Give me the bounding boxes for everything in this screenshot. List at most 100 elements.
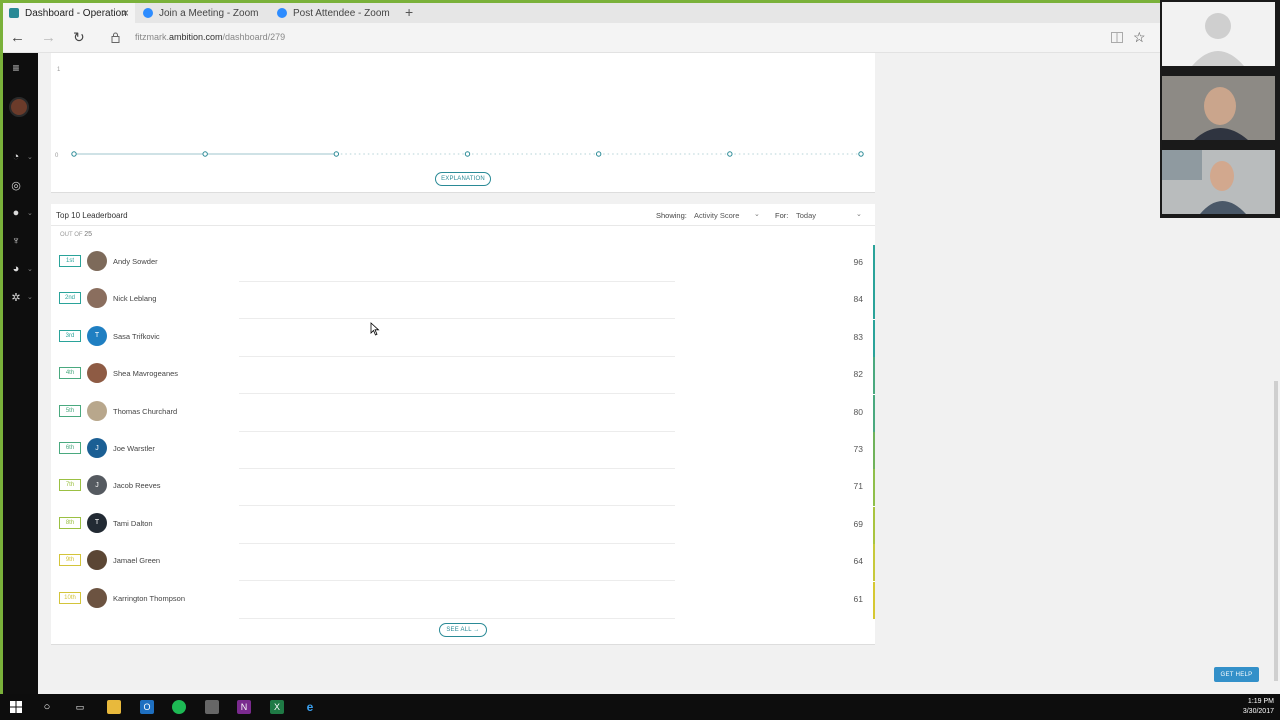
menu-icon[interactable]: ≡	[9, 61, 23, 75]
leaderboard-row[interactable]: 10th Karrington Thompson 61	[51, 581, 875, 619]
rank-badge: 2nd	[59, 292, 81, 305]
player-score: 69	[853, 518, 863, 529]
settings-gear-icon[interactable]: ✲	[9, 290, 23, 304]
chart-data-point[interactable]	[858, 151, 864, 157]
rank-badge: 3rd	[59, 329, 81, 342]
player-name[interactable]: Shea Mavrogeanes	[113, 369, 178, 378]
windows-start-icon[interactable]	[9, 700, 23, 714]
score-color-bar	[873, 319, 875, 357]
y-axis-zero-label: 0	[55, 153, 59, 159]
user-avatar[interactable]	[9, 97, 29, 117]
leaderboard-row[interactable]: 6th J Joe Warstler 73	[51, 432, 875, 469]
avatar	[87, 587, 107, 608]
outlook-icon[interactable]: O	[140, 700, 154, 714]
edge-browser-icon[interactable]: e	[303, 700, 317, 714]
get-help-button[interactable]: GET HELP	[1214, 667, 1259, 682]
participant-video-icon	[1162, 150, 1275, 214]
tab-label: Join a Meeting - Zoom	[159, 7, 259, 19]
spotify-icon[interactable]	[172, 700, 186, 714]
leaderboard-row[interactable]: 7th J Jacob Reeves 71	[51, 469, 875, 507]
tab-dashboard[interactable]: Dashboard - Operation ×	[3, 3, 135, 23]
target-icon[interactable]: ◎	[9, 178, 23, 192]
chat-icon[interactable]: ●	[9, 206, 23, 220]
y-axis-top-label: 1	[57, 67, 61, 73]
back-icon[interactable]: ←	[10, 29, 25, 46]
new-tab-button[interactable]: +	[405, 4, 413, 20]
favorite-star-icon[interactable]: ☆	[1133, 29, 1146, 46]
score-color-bar	[873, 357, 875, 395]
leaderboard-row[interactable]: 3rd T Sasa Trifkovic 83	[51, 319, 875, 357]
leaderboard-row[interactable]: 4th Shea Mavrogeanes 82	[51, 357, 875, 395]
chart-data-point[interactable]	[71, 151, 77, 157]
out-of-count: OUT OF 25	[60, 231, 92, 238]
player-name[interactable]: Karrington Thompson	[113, 594, 185, 603]
chevron-down-icon: ⌄	[27, 210, 33, 217]
player-name[interactable]: Sasa Trifkovic	[113, 332, 160, 341]
chart-data-point[interactable]	[727, 151, 733, 157]
chevron-down-icon: ⌄	[27, 154, 33, 161]
trophy-icon[interactable]: ♆	[9, 234, 23, 248]
leaderboard-title: Top 10 Leaderboard	[56, 211, 128, 220]
reading-view-icon[interactable]	[1111, 32, 1123, 43]
avatar	[87, 363, 107, 384]
chevron-down-icon: ⌄	[27, 294, 33, 301]
rank-badge: 10th	[59, 591, 81, 604]
player-score: 96	[853, 257, 863, 267]
file-explorer-icon[interactable]	[107, 700, 121, 714]
forward-icon[interactable]: →	[41, 29, 56, 46]
leaderboard-row[interactable]: 9th Jamael Green 64	[51, 544, 875, 582]
player-name[interactable]: Nick Leblang	[113, 294, 156, 303]
chart-data-point[interactable]	[464, 151, 471, 157]
leaderboard-row[interactable]: 2nd Nick Leblang 84	[51, 282, 875, 320]
mouse-cursor-icon	[370, 322, 380, 336]
explanation-button[interactable]: EXPLANATION	[435, 172, 491, 186]
player-name[interactable]: Tami Dalton	[113, 519, 153, 528]
excel-icon[interactable]: X	[270, 700, 284, 714]
dashboard-gauge-icon[interactable]: ◔	[9, 150, 23, 164]
scrollbar-thumb[interactable]	[1274, 381, 1278, 681]
player-score: 80	[853, 406, 863, 417]
activity-chart-card: 1 0 EXPLANATION	[51, 53, 875, 193]
avatar: J	[87, 475, 107, 496]
app-icon[interactable]	[205, 700, 219, 714]
avatar: T	[87, 512, 107, 533]
system-clock[interactable]: 1:19 PM 3/30/2017	[1243, 697, 1274, 717]
out-of-number: 25	[84, 231, 93, 238]
leaderboard-row[interactable]: 5th Thomas Churchard 80	[51, 394, 875, 432]
windows-taskbar: ○ ▭ O N X e 1:19 PM 3/30/2017	[0, 694, 1280, 720]
url-field[interactable]: fitzmark.ambition.com/dashboard/279	[135, 32, 285, 42]
see-all-button[interactable]: SEE ALL →	[439, 623, 487, 637]
player-name[interactable]: Thomas Churchard	[113, 407, 177, 416]
chart-data-point[interactable]	[595, 151, 602, 157]
ambition-favicon-icon	[9, 8, 19, 18]
video-participant-placeholder[interactable]	[1162, 2, 1275, 66]
video-participant-2[interactable]	[1162, 150, 1275, 214]
player-name[interactable]: Andy Sowder	[113, 257, 158, 266]
chart-data-point[interactable]	[202, 151, 208, 157]
avatar: T	[87, 325, 107, 346]
url-path: /dashboard/279	[222, 32, 286, 42]
avatar	[87, 550, 107, 571]
refresh-icon[interactable]: ↻	[73, 29, 85, 46]
player-score: 64	[853, 556, 863, 567]
palette-icon[interactable]: ◕	[9, 262, 23, 276]
tab-post-attendee[interactable]: Post Attendee - Zoom	[271, 3, 403, 23]
video-participant-1[interactable]	[1162, 76, 1275, 140]
leaderboard-row[interactable]: 8th T Tami Dalton 69	[51, 506, 875, 544]
avatar	[87, 400, 107, 421]
close-tab-icon[interactable]: ×	[122, 6, 129, 20]
tab-join-meeting[interactable]: Join a Meeting - Zoom	[137, 3, 269, 23]
person-placeholder-icon	[1192, 13, 1244, 66]
player-score: 82	[853, 369, 863, 380]
chart-data-point[interactable]	[333, 151, 340, 157]
leaderboard-row[interactable]: 1st Andy Sowder 96	[51, 245, 875, 282]
player-name[interactable]: Joe Warstler	[113, 444, 155, 453]
player-name[interactable]: Jacob Reeves	[113, 481, 161, 490]
player-name[interactable]: Jamael Green	[113, 556, 160, 565]
search-icon[interactable]: ○	[40, 700, 54, 714]
leaderboard-header: Top 10 Leaderboard Showing: Activity Sco…	[51, 204, 875, 226]
onenote-icon[interactable]: N	[237, 700, 251, 714]
url-prefix: fitzmark.	[135, 32, 170, 42]
task-view-icon[interactable]: ▭	[73, 700, 87, 714]
score-color-bar	[873, 544, 875, 582]
